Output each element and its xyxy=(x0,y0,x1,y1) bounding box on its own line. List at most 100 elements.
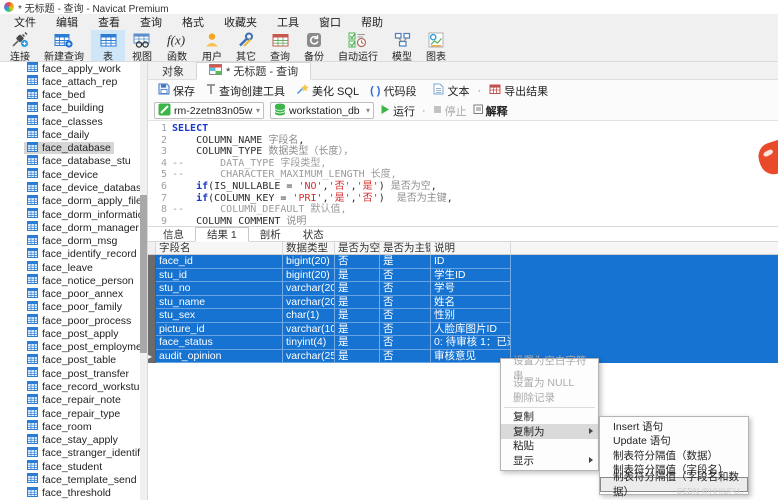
toolbar-button-connection[interactable]: 连接 xyxy=(3,30,37,63)
table-cell[interactable]: 是 xyxy=(335,309,380,323)
table-cell[interactable]: 学生ID xyxy=(431,268,511,282)
table-row[interactable]: stu_id bigint(20) 是否学生ID xyxy=(148,268,778,282)
sidebar-item-face_notice_person[interactable]: face_notice_person xyxy=(0,274,140,287)
table-cell[interactable]: 是 xyxy=(335,322,380,336)
table-row[interactable]: face_statustinyint(4)是否0: 待审核 1：已通过 xyxy=(148,336,778,350)
explain-button[interactable]: 解释 xyxy=(473,103,508,119)
code-snippet-button[interactable]: ( ) 代码段 xyxy=(366,83,420,99)
text-view-button[interactable]: 文本 xyxy=(429,83,473,99)
grid-column-header[interactable]: 说明 xyxy=(431,242,511,254)
table-cell[interactable]: 否 xyxy=(380,322,431,336)
sidebar-item-face_poor_annex[interactable]: face_poor_annex xyxy=(0,287,140,301)
table-row[interactable]: picture_idvarchar(100)是否人脸库图片ID xyxy=(148,322,778,336)
table-cell[interactable]: varchar(20) xyxy=(283,295,335,309)
result-tab[interactable]: 信息 xyxy=(152,227,195,241)
menubar-item[interactable]: 文件 xyxy=(4,14,46,30)
sidebar-item-face_repair_note[interactable]: face_repair_note xyxy=(0,393,140,407)
sidebar-item-face_threshold[interactable]: face_threshold xyxy=(0,486,140,500)
save-button[interactable]: 保存 xyxy=(154,83,199,99)
sidebar-item-face_apply_work[interactable]: face_apply_work xyxy=(0,62,140,75)
sidebar-item-face_stay_apply[interactable]: face_stay_apply xyxy=(0,433,140,446)
table-cell[interactable]: 否 xyxy=(335,255,380,269)
table-cell[interactable]: face_id xyxy=(156,255,283,269)
sidebar-item-face_attach_rep[interactable]: face_attach_rep xyxy=(0,75,140,88)
sidebar-item-face_record_workstudy[interactable]: face_record_workstudy xyxy=(0,380,140,393)
context-menu-item[interactable]: 复制 xyxy=(501,410,598,425)
menubar-item[interactable]: 工具 xyxy=(267,14,309,30)
sidebar-item-face_post_apply[interactable]: face_post_apply xyxy=(0,327,140,340)
grid-column-header[interactable]: 是否为空 xyxy=(335,242,380,254)
sidebar-item-face_dorm_manager[interactable]: face_dorm_manager xyxy=(0,221,140,234)
table-cell[interactable]: char(1) xyxy=(283,309,335,323)
table-cell[interactable]: 否 xyxy=(380,268,431,282)
table-row[interactable]: ▸audit_opinionvarchar(255)是否审核意见 xyxy=(148,349,778,363)
run-button[interactable]: 运行 xyxy=(380,103,415,119)
result-tab[interactable]: 剖析 xyxy=(249,227,292,241)
sidebar-item-face_post_employment[interactable]: face_post_employment xyxy=(0,340,140,354)
menubar-item[interactable]: 编辑 xyxy=(46,14,88,30)
sidebar-item-face_student[interactable]: face_student xyxy=(0,460,140,473)
table-cell[interactable]: stu_sex xyxy=(156,309,283,323)
sidebar-item-face_dorm_apply_file[interactable]: face_dorm_apply_file xyxy=(0,194,140,208)
sidebar-item-face_device_database[interactable]: face_device_database xyxy=(0,181,140,194)
grid-column-header[interactable]: 字段名 xyxy=(156,242,283,254)
sidebar-item-face_device[interactable]: face_device xyxy=(0,168,140,181)
menubar-item[interactable]: 格式 xyxy=(172,14,214,30)
table-cell[interactable]: stu_id xyxy=(156,268,283,282)
sidebar-item-face_dorm_msg[interactable]: face_dorm_msg xyxy=(0,234,140,247)
table-cell[interactable]: stu_no xyxy=(156,282,283,296)
table-cell[interactable]: 人脸库图片ID xyxy=(431,322,511,336)
context-menu-item[interactable]: 复制为 xyxy=(501,424,598,439)
table-cell[interactable]: 否 xyxy=(380,336,431,350)
submenu-item[interactable]: Insert 语句 xyxy=(600,419,748,434)
menubar-item[interactable]: 收藏夹 xyxy=(214,14,267,30)
table-cell[interactable]: varchar(255) xyxy=(283,349,335,363)
sidebar-item-face_post_table[interactable]: face_post_table xyxy=(0,353,140,367)
query-builder-button[interactable]: 查询创建工具 xyxy=(202,83,289,99)
toolbar-button-tools[interactable]: 其它 xyxy=(229,30,263,63)
table-cell[interactable]: ID xyxy=(431,255,511,269)
toolbar-button-query[interactable]: 查询 xyxy=(263,30,297,63)
table-cell[interactable]: 姓名 xyxy=(431,295,511,309)
result-tab[interactable]: 结果 1 xyxy=(195,227,249,242)
menubar-item[interactable]: 查询 xyxy=(130,14,172,30)
sidebar-scrollbar[interactable] xyxy=(140,62,147,500)
sidebar-item-face_post_transfer[interactable]: face_post_transfer xyxy=(0,367,140,380)
menubar-item[interactable]: 窗口 xyxy=(309,14,351,30)
toolbar-button-backup[interactable]: 备份 xyxy=(297,30,331,63)
table-cell[interactable]: picture_id xyxy=(156,322,283,336)
toolbar-button-user[interactable]: 用户 xyxy=(195,30,229,63)
table-row[interactable]: face_id bigint(20) 否是 ID xyxy=(148,255,778,269)
table-cell[interactable]: face_status xyxy=(156,336,283,350)
toolbar-button-new-query[interactable]: 新建查询 xyxy=(37,30,91,63)
sidebar-item-face_bed[interactable]: face_bed xyxy=(0,88,140,102)
submenu-item[interactable]: Update 语句 xyxy=(600,434,748,449)
sidebar-item-face_room[interactable]: face_room xyxy=(0,420,140,433)
table-row[interactable]: stu_name varchar(20) 是否姓名 xyxy=(148,295,778,309)
sidebar-item-face_database[interactable]: face_database xyxy=(0,141,140,155)
sidebar-scrollbar-thumb[interactable] xyxy=(140,195,147,353)
table-cell[interactable]: 否 xyxy=(380,282,431,296)
sidebar-item-face_poor_process[interactable]: face_poor_process xyxy=(0,314,140,327)
sidebar-item-face_dorm_information[interactable]: face_dorm_information xyxy=(0,208,140,221)
table-cell[interactable]: 学号 xyxy=(431,282,511,296)
result-tab[interactable]: 状态 xyxy=(292,227,335,241)
toolbar-button-automation[interactable]: 自动运行 xyxy=(331,30,385,63)
table-cell[interactable]: audit_opinion xyxy=(156,349,283,363)
tab-query[interactable]: * 无标题 - 查询 xyxy=(196,62,312,80)
grid-column-header[interactable]: 是否为主键 xyxy=(380,242,431,254)
table-cell[interactable]: 是 xyxy=(335,295,380,309)
table-row[interactable]: stu_no varchar(20) 是否学号 xyxy=(148,282,778,296)
sidebar-item-face_classes[interactable]: face_classes xyxy=(0,115,140,128)
table-row[interactable]: stu_sex char(1) 是否性别 xyxy=(148,309,778,323)
table-cell[interactable]: 是 xyxy=(335,349,380,363)
context-menu-item[interactable]: 显示 xyxy=(501,453,598,468)
menubar-item[interactable]: 查看 xyxy=(88,14,130,30)
toolbar-button-model[interactable]: 模型 xyxy=(385,30,419,63)
table-cell[interactable]: bigint(20) xyxy=(283,255,335,269)
sidebar-item-face_identify_record[interactable]: face_identify_record xyxy=(0,247,140,261)
table-cell[interactable]: stu_name xyxy=(156,295,283,309)
sidebar-item-face_stranger_identify[interactable]: face_stranger_identify xyxy=(0,446,140,460)
sql-editor[interactable]: 123456789 SELECT COLUMN_NAME 字段名, COLUMN… xyxy=(148,121,778,226)
sidebar-item-face_leave[interactable]: face_leave xyxy=(0,261,140,274)
